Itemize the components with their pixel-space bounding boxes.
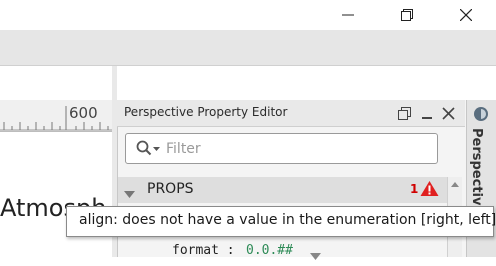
restore-icon [401, 9, 413, 21]
chevron-down-icon [124, 191, 135, 198]
minimize-panel-button[interactable] [420, 106, 434, 120]
warning-indicator[interactable] [420, 180, 439, 197]
close-panel-icon [442, 107, 455, 120]
filter-search-button[interactable] [136, 140, 162, 156]
warning-triangle-icon [420, 181, 439, 196]
minimize-icon [342, 14, 354, 16]
filter-placeholder: Filter [166, 141, 201, 157]
scroll-up-icon [451, 182, 459, 187]
error-tooltip-text: align: does not have a value in the enum… [79, 212, 496, 228]
props-section-label: PROPS [147, 181, 194, 197]
float-panel-button[interactable] [398, 106, 412, 120]
close-button[interactable] [443, 0, 489, 30]
close-icon [460, 9, 472, 21]
perspective-tab-icon [474, 107, 488, 121]
props-collapse-toggle[interactable] [124, 185, 136, 198]
search-icon [136, 140, 160, 156]
minimize-panel-icon [422, 117, 432, 119]
restore-button[interactable] [384, 0, 430, 30]
minimize-button[interactable] [325, 0, 371, 30]
property-key: format : [172, 243, 235, 258]
menu-bar [0, 30, 496, 66]
property-editor-title: Perspective Property Editor [124, 105, 288, 119]
close-panel-button[interactable] [442, 106, 456, 120]
property-value-dropdown[interactable] [310, 247, 322, 260]
error-count-badge: 1 [410, 182, 419, 196]
property-value[interactable]: 0.0.## [246, 243, 293, 258]
float-window-icon [398, 107, 411, 120]
side-tab-label: Perspective [469, 128, 484, 215]
chevron-down-icon [310, 253, 321, 260]
ruler-label: 600 [69, 104, 98, 122]
